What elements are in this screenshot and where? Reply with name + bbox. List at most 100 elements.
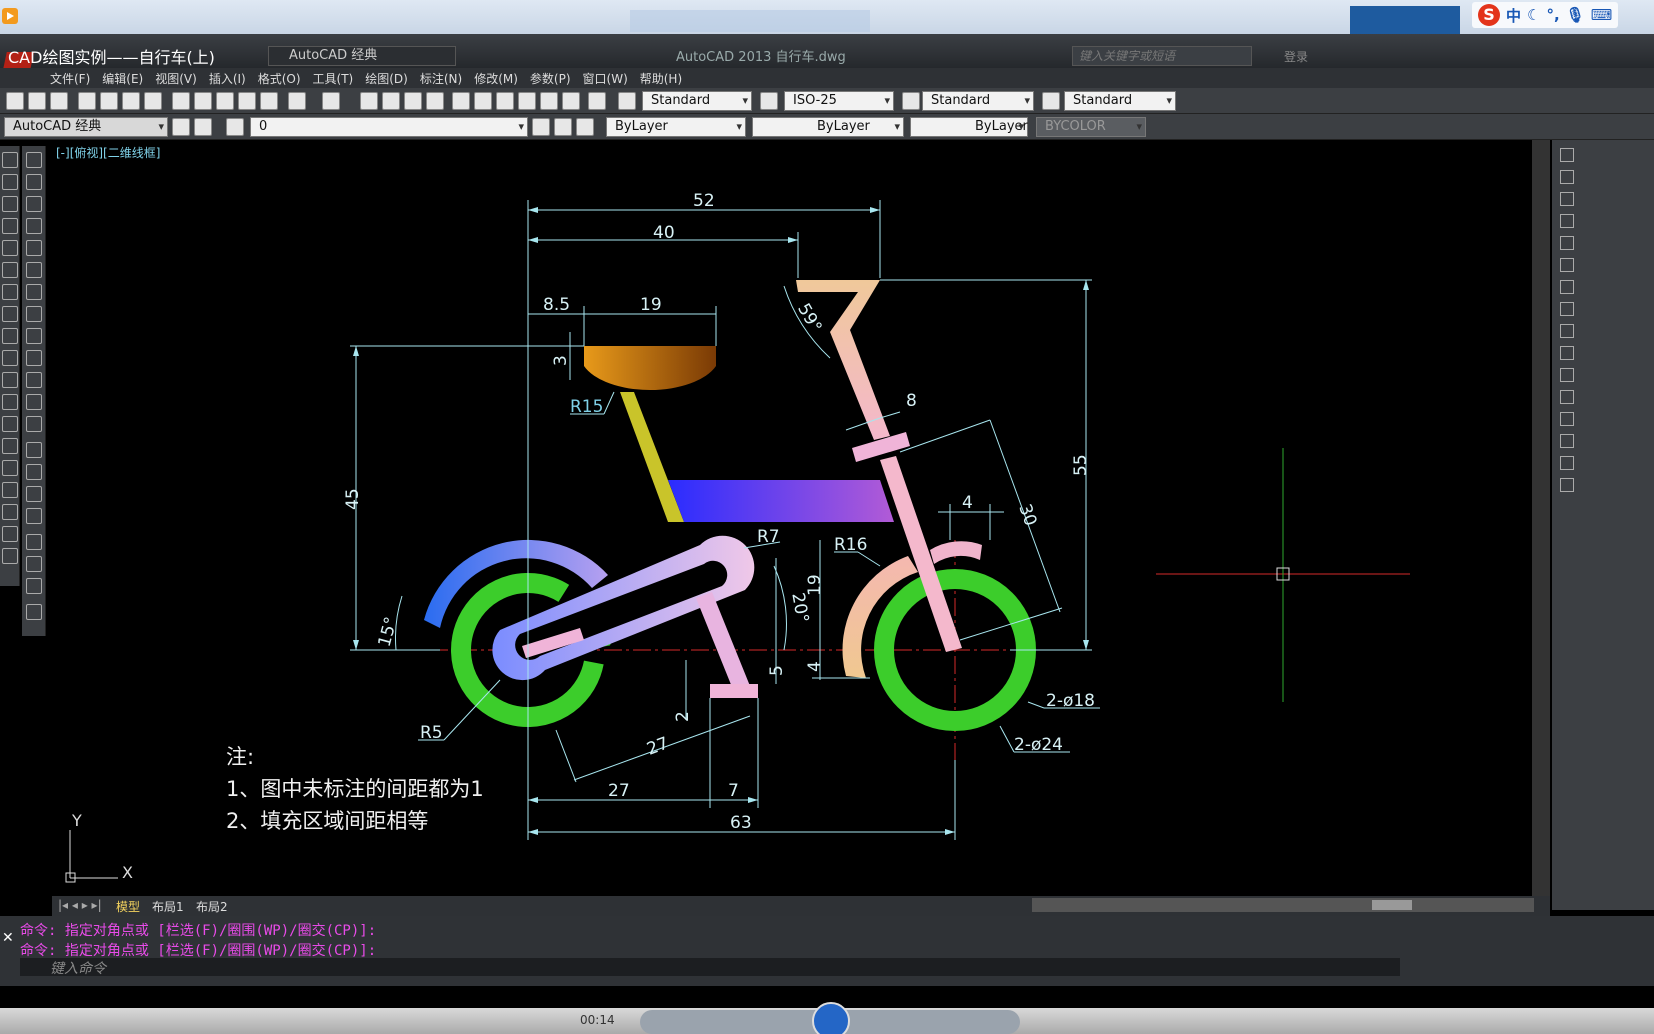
properties-icon[interactable] xyxy=(452,92,470,110)
continue-dim-icon[interactable] xyxy=(26,372,42,388)
inspection-icon[interactable] xyxy=(26,486,42,502)
stretch-icon[interactable] xyxy=(1560,324,1574,338)
tab-layout-1[interactable]: 布局1 xyxy=(152,898,184,915)
vertical-scrollbar[interactable] xyxy=(1532,140,1550,898)
login-button[interactable]: 登录 xyxy=(1284,48,1308,65)
preview-icon[interactable] xyxy=(100,92,118,110)
punctuation-icon[interactable]: °, xyxy=(1546,6,1559,24)
publish-icon[interactable] xyxy=(122,92,140,110)
linear-dim-icon[interactable] xyxy=(26,152,42,168)
join-icon[interactable] xyxy=(1560,412,1574,426)
revision-cloud-icon[interactable] xyxy=(2,306,18,322)
pause-icon[interactable] xyxy=(812,1002,850,1034)
ordinate-dim-icon[interactable] xyxy=(26,218,42,234)
match-properties-icon[interactable] xyxy=(238,92,256,110)
polygon-icon[interactable] xyxy=(2,218,18,234)
extend-icon[interactable] xyxy=(1560,368,1574,382)
rotate-icon[interactable] xyxy=(1560,280,1574,294)
trim-icon[interactable] xyxy=(1560,346,1574,360)
ellipse-arc-icon[interactable] xyxy=(2,372,18,388)
viewport-controls[interactable]: [-][俯视][二维线框] xyxy=(56,144,160,161)
layer-properties-icon[interactable] xyxy=(226,118,244,136)
menu-edit[interactable]: 编辑(E) xyxy=(102,68,155,88)
radius-dim-icon[interactable] xyxy=(26,240,42,256)
baseline-dim-icon[interactable] xyxy=(26,350,42,366)
command-input[interactable]: 键入命令 xyxy=(20,958,1400,977)
text-style-dropdown[interactable]: Standard xyxy=(642,91,752,111)
array-icon[interactable] xyxy=(1560,236,1574,250)
menu-help[interactable]: 帮助(H) xyxy=(640,68,694,88)
break-icon[interactable] xyxy=(1560,390,1574,404)
dim-text-edit-icon[interactable] xyxy=(26,556,42,572)
rectangle-icon[interactable] xyxy=(2,240,18,256)
calculator-icon[interactable] xyxy=(562,92,580,110)
hatch-icon[interactable] xyxy=(2,460,18,476)
polyline-icon[interactable] xyxy=(2,196,18,212)
quick-dim-icon[interactable] xyxy=(26,328,42,344)
undo-icon[interactable] xyxy=(288,92,306,110)
ime-toolbar[interactable]: S 中 ☾ °, 🎙 ⌨ xyxy=(1472,2,1619,28)
dim-edit-icon[interactable] xyxy=(26,534,42,550)
redo-icon[interactable] xyxy=(322,92,340,110)
open-file-icon[interactable] xyxy=(28,92,46,110)
tool-palettes-icon[interactable] xyxy=(496,92,514,110)
cut-icon[interactable] xyxy=(172,92,190,110)
scale-icon[interactable] xyxy=(1560,302,1574,316)
3d-print-icon[interactable] xyxy=(144,92,162,110)
color-dropdown[interactable]: ByLayer xyxy=(606,117,746,137)
arc-icon[interactable] xyxy=(2,262,18,278)
markup-icon[interactable] xyxy=(540,92,558,110)
menu-view[interactable]: 视图(V) xyxy=(155,68,209,88)
diameter-dim-icon[interactable] xyxy=(26,284,42,300)
point-icon[interactable] xyxy=(2,438,18,454)
plotstyle-dropdown[interactable]: BYCOLOR xyxy=(1036,117,1146,137)
menu-parametric[interactable]: 参数(P) xyxy=(530,68,583,88)
region-icon[interactable] xyxy=(2,504,18,520)
mirror-icon[interactable] xyxy=(1560,192,1574,206)
clean-screen-icon[interactable] xyxy=(194,118,212,136)
copy-object-icon[interactable] xyxy=(1560,170,1574,184)
center-mark-icon[interactable] xyxy=(26,464,42,480)
menu-dimension[interactable]: 标注(N) xyxy=(420,68,474,88)
print-icon[interactable] xyxy=(78,92,96,110)
move-icon[interactable] xyxy=(1560,258,1574,272)
sheet-set-icon[interactable] xyxy=(518,92,536,110)
moon-icon[interactable]: ☾ xyxy=(1527,6,1540,24)
offset-icon[interactable] xyxy=(1560,214,1574,228)
zoom-previous-icon[interactable] xyxy=(426,92,444,110)
make-current-layer-icon[interactable] xyxy=(532,118,550,136)
tab-nav-arrows[interactable]: |◂ ◂ ▸ ▸| xyxy=(58,898,102,912)
spline-icon[interactable] xyxy=(2,328,18,344)
tab-layout-2[interactable]: 布局2 xyxy=(196,898,228,915)
menu-tools[interactable]: 工具(T) xyxy=(313,68,366,88)
menu-file[interactable]: 文件(F) xyxy=(50,68,102,88)
dim-style-dropdown[interactable]: ISO-25 xyxy=(784,91,894,111)
zoom-window-icon[interactable] xyxy=(404,92,422,110)
scroll-thumb[interactable] xyxy=(1372,900,1412,910)
linetype-dropdown[interactable]: ByLayer xyxy=(752,117,904,137)
tab-model[interactable]: 模型 xyxy=(116,898,140,915)
menu-modify[interactable]: 修改(M) xyxy=(474,68,530,88)
design-center-icon[interactable] xyxy=(474,92,492,110)
drawing-canvas[interactable]: 52 40 8.5 19 3 R15 45 59° 8 55 4 30 R7 R… xyxy=(52,140,1532,898)
text-style-icon[interactable] xyxy=(618,92,636,110)
help-icon[interactable] xyxy=(588,92,606,110)
save-icon[interactable] xyxy=(50,92,68,110)
tolerance-icon[interactable] xyxy=(26,442,42,458)
keyboard-icon[interactable]: ⌨ xyxy=(1591,6,1613,24)
copy-icon[interactable] xyxy=(194,92,212,110)
microphone-icon[interactable]: 🎙 xyxy=(1566,6,1585,24)
pan-icon[interactable] xyxy=(360,92,378,110)
table-icon[interactable] xyxy=(2,526,18,542)
layer-state-icon[interactable] xyxy=(576,118,594,136)
explode-icon[interactable] xyxy=(1560,478,1574,492)
mleader-style-icon[interactable] xyxy=(1042,92,1060,110)
ellipse-icon[interactable] xyxy=(2,350,18,366)
dim-update-icon[interactable] xyxy=(26,578,42,594)
chamfer-icon[interactable] xyxy=(1560,434,1574,448)
table-style-icon[interactable] xyxy=(902,92,920,110)
fillet-icon[interactable] xyxy=(1560,456,1574,470)
dim-break-icon[interactable] xyxy=(26,416,42,432)
table-style-dropdown[interactable]: Standard xyxy=(922,91,1034,111)
menu-window[interactable]: 窗口(W) xyxy=(583,68,640,88)
